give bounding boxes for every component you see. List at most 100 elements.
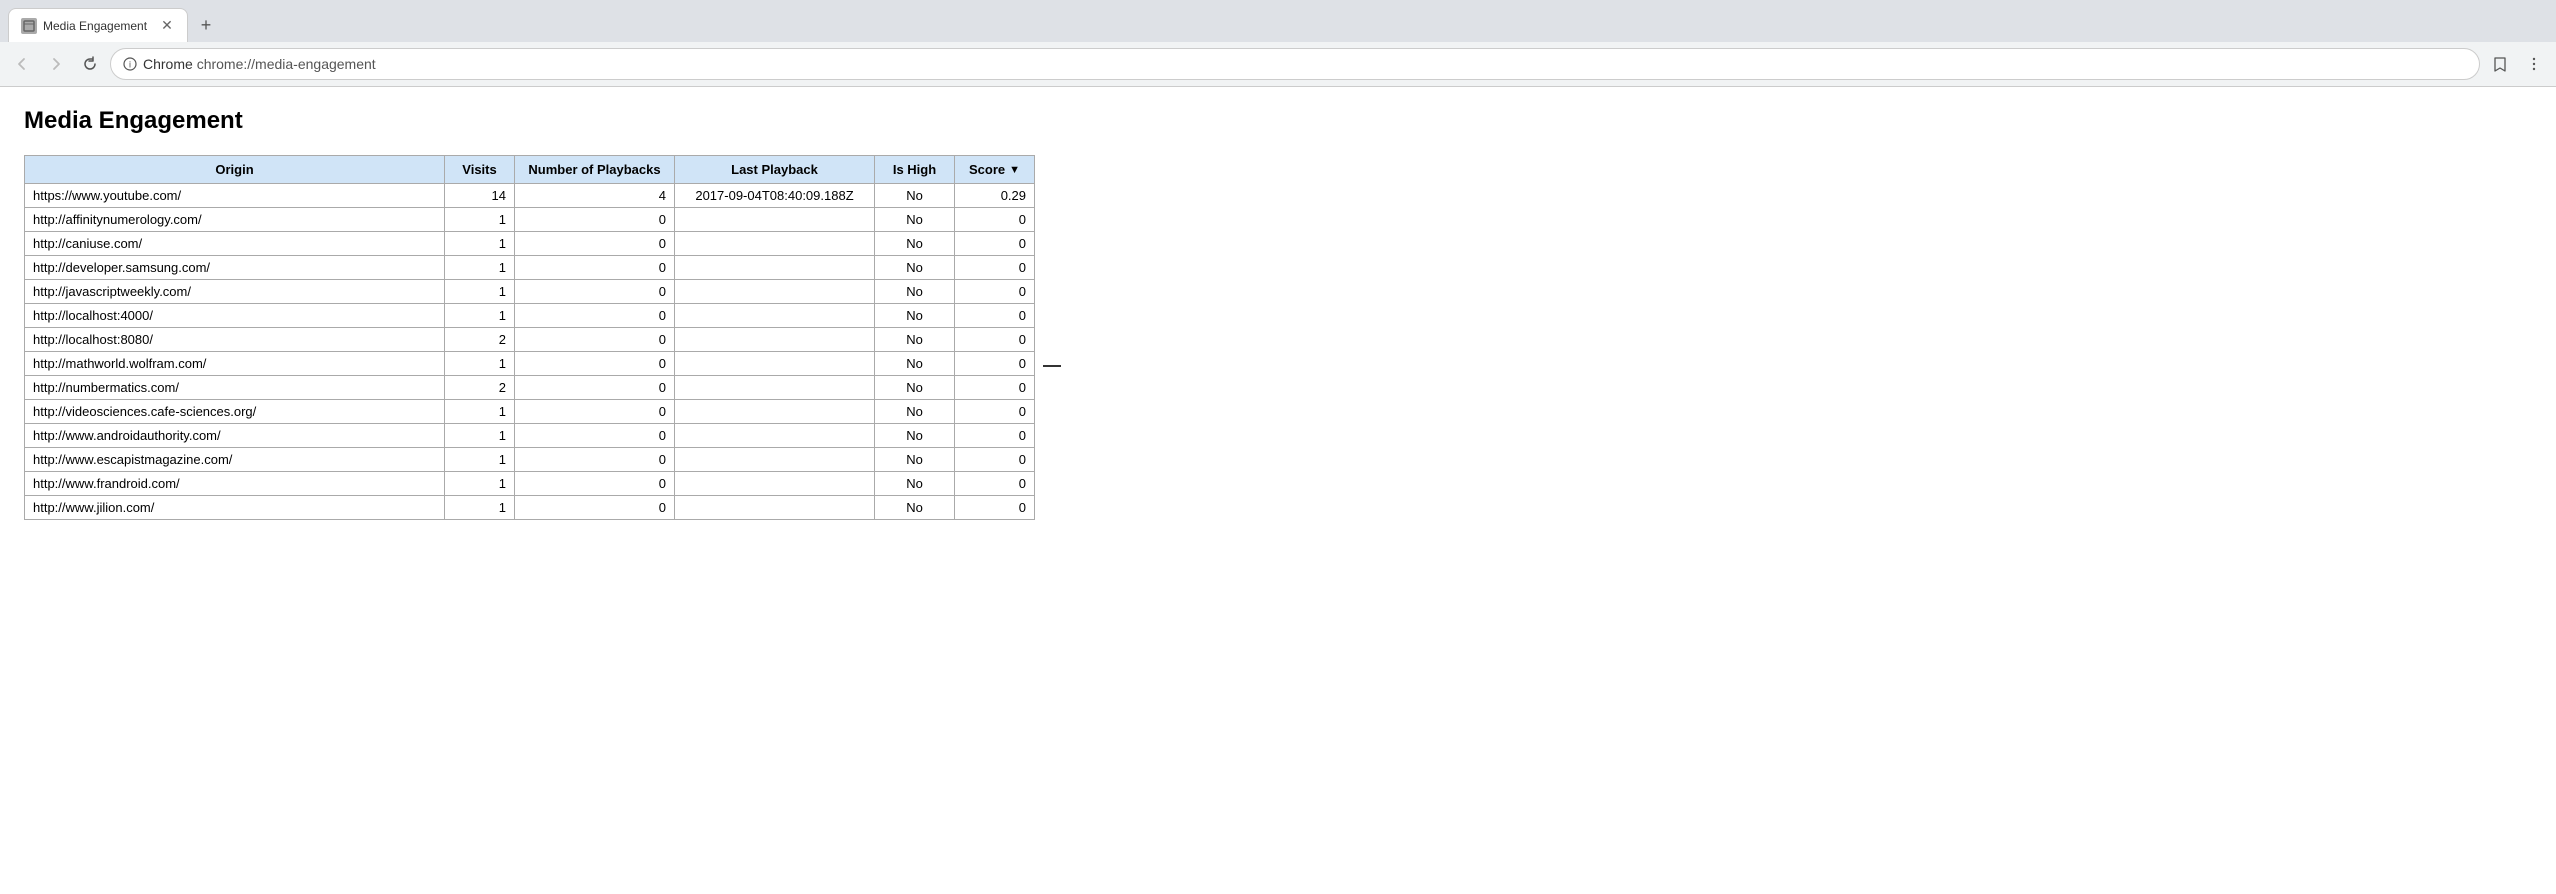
cell-last-playback <box>675 400 875 424</box>
cell-is-high: No <box>875 352 955 376</box>
table-row: http://localhost:4000/10No0 <box>25 304 1035 328</box>
table-row: http://javascriptweekly.com/10No0 <box>25 280 1035 304</box>
table-row: http://numbermatics.com/20No0 <box>25 376 1035 400</box>
cell-origin: http://videosciences.cafe-sciences.org/ <box>25 400 445 424</box>
cell-score: 0 <box>955 304 1035 328</box>
cell-playbacks: 0 <box>515 208 675 232</box>
cell-is-high: No <box>875 304 955 328</box>
cell-playbacks: 0 <box>515 328 675 352</box>
cell-last-playback <box>675 376 875 400</box>
cell-playbacks: 0 <box>515 472 675 496</box>
cell-visits: 1 <box>445 304 515 328</box>
table-row: http://www.jilion.com/10No0 <box>25 496 1035 520</box>
refresh-button[interactable] <box>76 50 104 78</box>
cell-playbacks: 0 <box>515 304 675 328</box>
sort-arrow-icon: ▼ <box>1009 164 1020 176</box>
cell-score: 0 <box>955 448 1035 472</box>
new-tab-button[interactable]: + <box>192 11 220 39</box>
cell-score: 0 <box>955 376 1035 400</box>
cell-origin: http://developer.samsung.com/ <box>25 256 445 280</box>
cell-origin: http://localhost:8080/ <box>25 328 445 352</box>
cell-is-high: No <box>875 328 955 352</box>
cell-playbacks: 0 <box>515 376 675 400</box>
cell-playbacks: 0 <box>515 352 675 376</box>
active-tab[interactable]: Media Engagement ✕ <box>8 8 188 42</box>
bookmark-button[interactable] <box>2486 50 2514 78</box>
toolbar: i Chrome chrome://media-engagement <box>0 42 2556 86</box>
svg-text:i: i <box>129 60 131 70</box>
cell-is-high: No <box>875 496 955 520</box>
table-row: http://mathworld.wolfram.com/10No0 <box>25 352 1035 376</box>
cell-last-playback <box>675 208 875 232</box>
table-row: http://www.androidauthority.com/10No0 <box>25 424 1035 448</box>
cell-is-high: No <box>875 376 955 400</box>
cell-visits: 1 <box>445 208 515 232</box>
cell-visits: 2 <box>445 376 515 400</box>
cell-origin: http://mathworld.wolfram.com/ <box>25 352 445 376</box>
cell-is-high: No <box>875 232 955 256</box>
page-title: Media Engagement <box>24 107 2532 135</box>
cell-origin: http://www.frandroid.com/ <box>25 472 445 496</box>
cell-origin: http://www.escapistmagazine.com/ <box>25 448 445 472</box>
cell-visits: 14 <box>445 184 515 208</box>
cell-visits: 1 <box>445 352 515 376</box>
cell-is-high: No <box>875 400 955 424</box>
delete-row-button[interactable] <box>1043 365 1061 367</box>
cell-origin: http://numbermatics.com/ <box>25 376 445 400</box>
cell-last-playback <box>675 448 875 472</box>
cell-score: 0 <box>955 400 1035 424</box>
cell-is-high: No <box>875 424 955 448</box>
cell-score: 0 <box>955 352 1035 376</box>
cell-score: 0.29 <box>955 184 1035 208</box>
table-row: http://www.frandroid.com/10No0 <box>25 472 1035 496</box>
table-row: http://affinitynumerology.com/10No0 <box>25 208 1035 232</box>
cell-last-playback <box>675 352 875 376</box>
table-row: http://caniuse.com/10No0 <box>25 232 1035 256</box>
cell-last-playback <box>675 496 875 520</box>
cell-playbacks: 0 <box>515 400 675 424</box>
cell-playbacks: 0 <box>515 280 675 304</box>
cell-playbacks: 0 <box>515 448 675 472</box>
page-content: Media Engagement Origin Visits Number of… <box>0 87 2556 891</box>
address-text: Chrome chrome://media-engagement <box>143 56 2467 72</box>
cell-last-playback <box>675 304 875 328</box>
forward-button[interactable] <box>42 50 70 78</box>
cell-is-high: No <box>875 208 955 232</box>
cell-playbacks: 0 <box>515 232 675 256</box>
back-button[interactable] <box>8 50 36 78</box>
cell-origin: http://www.jilion.com/ <box>25 496 445 520</box>
cell-score: 0 <box>955 496 1035 520</box>
cell-visits: 1 <box>445 448 515 472</box>
cell-origin: http://caniuse.com/ <box>25 232 445 256</box>
table-row: http://developer.samsung.com/10No0 <box>25 256 1035 280</box>
cell-visits: 1 <box>445 280 515 304</box>
cell-playbacks: 0 <box>515 496 675 520</box>
cell-score: 0 <box>955 208 1035 232</box>
table-row: https://www.youtube.com/1442017-09-04T08… <box>25 184 1035 208</box>
cell-playbacks: 0 <box>515 424 675 448</box>
cell-last-playback <box>675 472 875 496</box>
table-row: http://videosciences.cafe-sciences.org/1… <box>25 400 1035 424</box>
table-row: http://localhost:8080/20No0 <box>25 328 1035 352</box>
address-url: chrome://media-engagement <box>197 56 376 72</box>
tab-favicon <box>21 18 37 34</box>
tab-close-button[interactable]: ✕ <box>159 18 175 34</box>
table-header-row: Origin Visits Number of Playbacks Last P… <box>25 156 1035 184</box>
tab-bar: Media Engagement ✕ + <box>0 0 2556 42</box>
cell-visits: 2 <box>445 328 515 352</box>
cell-score: 0 <box>955 328 1035 352</box>
cell-score: 0 <box>955 424 1035 448</box>
table-body: https://www.youtube.com/1442017-09-04T08… <box>25 184 1035 520</box>
cell-visits: 1 <box>445 256 515 280</box>
cell-score: 0 <box>955 472 1035 496</box>
table-row: http://www.escapistmagazine.com/10No0 <box>25 448 1035 472</box>
cell-last-playback <box>675 424 875 448</box>
address-bar[interactable]: i Chrome chrome://media-engagement <box>110 48 2480 80</box>
header-is-high: Is High <box>875 156 955 184</box>
cell-is-high: No <box>875 472 955 496</box>
menu-button[interactable] <box>2520 50 2548 78</box>
header-last-playback: Last Playback <box>675 156 875 184</box>
header-score[interactable]: Score ▼ <box>955 156 1035 184</box>
cell-origin: http://localhost:4000/ <box>25 304 445 328</box>
score-label: Score <box>969 162 1005 177</box>
